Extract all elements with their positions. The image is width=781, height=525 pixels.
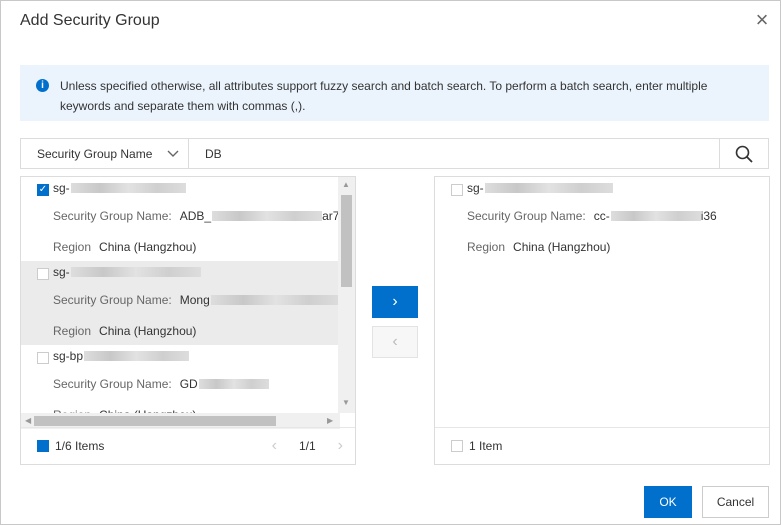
scroll-thumb[interactable] — [34, 416, 276, 426]
item-count: 1 Item — [469, 439, 503, 453]
security-group-id: sg- — [53, 181, 70, 195]
page-indicator: 1/1 — [298, 439, 316, 453]
target-panel: sg- Security Group Name: cc-i36 Region Chi… — [434, 176, 770, 465]
region-label: Region — [467, 240, 506, 254]
dialog-title: Add Security Group — [20, 12, 160, 29]
item-count: 1/6 Items — [55, 439, 105, 453]
name-suffix: i36 — [700, 209, 717, 223]
list-item[interactable]: sg- Security Group Name: Mong Region China… — [21, 261, 355, 345]
chevron-right-icon: › — [392, 293, 398, 310]
add-security-group-dialog: Add Security Group × i Unless specified … — [0, 0, 781, 525]
vertical-scrollbar[interactable]: ▲ ▼ — [338, 177, 355, 413]
select-all-checkbox[interactable] — [451, 440, 463, 452]
info-text: Unless specified otherwise, all attribut… — [60, 79, 708, 113]
name-label: Security Group Name: — [53, 293, 172, 307]
next-page-icon[interactable]: › — [338, 437, 343, 455]
prev-page-icon[interactable]: ‹ — [272, 437, 277, 455]
scroll-thumb[interactable] — [341, 195, 352, 287]
move-left-button[interactable]: ‹ — [372, 326, 418, 358]
checkbox[interactable] — [37, 268, 49, 280]
region-label: Region — [53, 240, 92, 254]
region-label: Region — [53, 324, 92, 338]
scroll-down-icon[interactable]: ▼ — [342, 398, 350, 407]
security-group-name: GD — [179, 377, 198, 391]
source-footer: 1/6 Items ‹ 1/1 › — [21, 427, 355, 464]
checkbox[interactable] — [37, 352, 49, 364]
ok-button[interactable]: OK — [644, 486, 692, 518]
source-list: ✓ sg- Security Group Name: ADB_ ar7v Regio… — [21, 177, 355, 429]
security-group-name: cc- — [593, 209, 610, 223]
move-right-button[interactable]: › — [372, 286, 418, 318]
security-group-id: sg- — [53, 265, 70, 279]
info-icon: i — [36, 79, 49, 92]
info-banner: i Unless specified otherwise, all attrib… — [20, 65, 769, 121]
scroll-up-icon[interactable]: ▲ — [342, 180, 350, 189]
security-group-id: sg- — [467, 181, 484, 195]
checkbox-checked[interactable]: ✓ — [37, 184, 49, 196]
region-value: China (Hangzhou) — [513, 240, 611, 254]
search-icon — [735, 145, 753, 163]
search-bar: Security Group Name — [20, 138, 769, 169]
search-button[interactable] — [719, 139, 768, 168]
close-icon[interactable]: × — [751, 9, 773, 32]
name-label: Security Group Name: — [53, 377, 172, 391]
name-label: Security Group Name: — [53, 209, 172, 223]
select-all-checkbox[interactable] — [37, 440, 49, 452]
search-input[interactable] — [189, 139, 719, 168]
security-group-id: sg-bp — [53, 349, 84, 363]
list-item[interactable]: ✓ sg- Security Group Name: ADB_ ar7v Regio… — [21, 177, 355, 261]
checkbox[interactable] — [451, 184, 463, 196]
region-value: China (Hangzhou) — [99, 240, 197, 254]
target-list: sg- Security Group Name: cc-i36 Region Chi… — [435, 177, 769, 429]
target-footer: 1 Item — [435, 427, 769, 464]
search-field-label: Security Group Name — [37, 146, 153, 161]
scroll-left-icon[interactable]: ◀ — [25, 416, 31, 425]
chevron-left-icon: ‹ — [392, 333, 398, 350]
security-group-name: ADB_ — [179, 209, 212, 223]
region-value: China (Hangzhou) — [99, 324, 197, 338]
security-group-name: Mong — [179, 293, 210, 307]
name-label: Security Group Name: — [467, 209, 586, 223]
chevron-down-icon — [158, 147, 188, 161]
cancel-button[interactable]: Cancel — [702, 486, 769, 518]
list-item[interactable]: sg- Security Group Name: cc-i36 Region Chi… — [435, 177, 769, 261]
search-field-select[interactable]: Security Group Name — [21, 139, 189, 168]
source-panel: ✓ sg- Security Group Name: ADB_ ar7v Regio… — [20, 176, 356, 465]
scroll-right-icon[interactable]: ▶ — [327, 416, 333, 425]
